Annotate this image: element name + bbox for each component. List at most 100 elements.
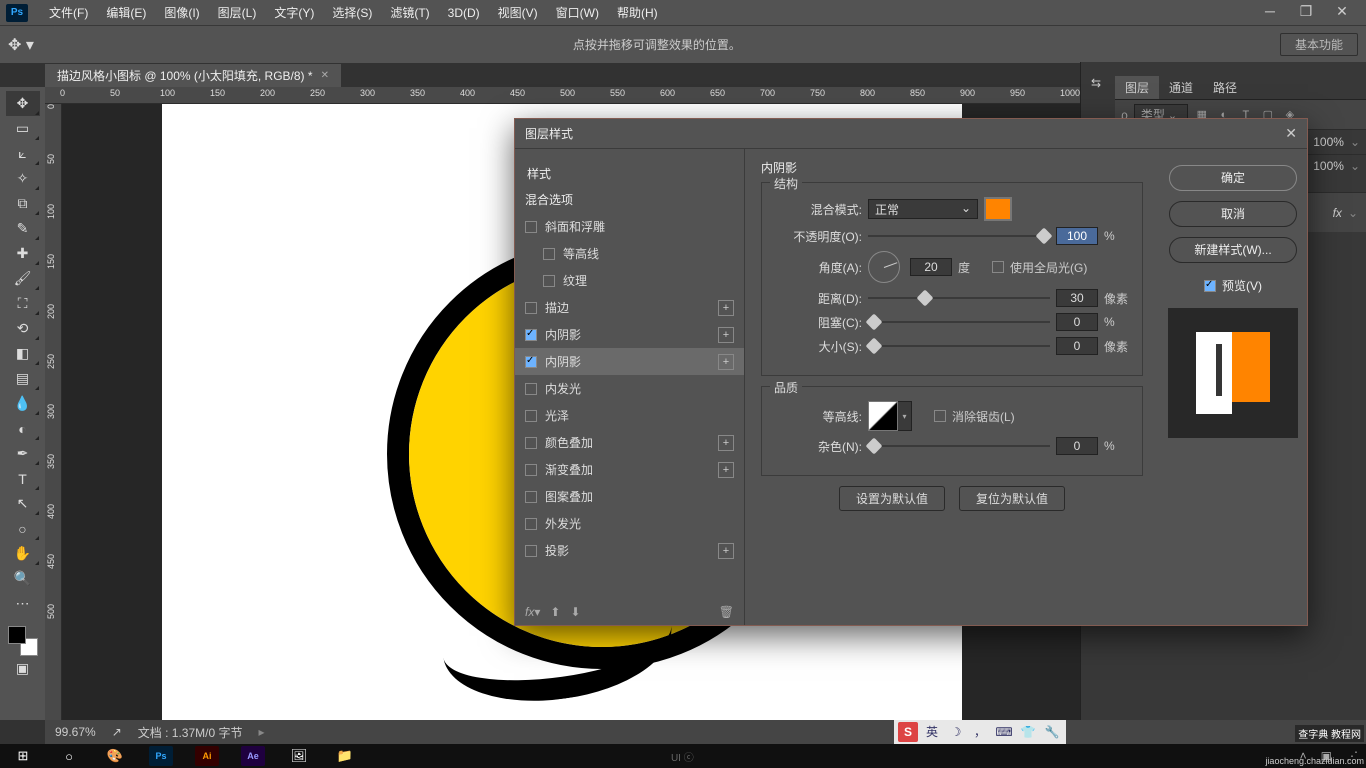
style-内发光[interactable]: 内发光	[515, 375, 744, 402]
fx-chip[interactable]: fx	[1333, 206, 1342, 220]
share-icon[interactable]: ↗	[112, 725, 122, 739]
tab-layers[interactable]: 图层	[1115, 76, 1159, 99]
blending-options[interactable]: 混合选项	[515, 186, 744, 213]
style-checkbox[interactable]	[525, 491, 537, 503]
opacity-input[interactable]: 100	[1056, 227, 1098, 245]
ime-lang[interactable]: 英	[922, 722, 942, 742]
task-ps[interactable]: Ps	[149, 746, 173, 766]
size-slider[interactable]	[868, 338, 1050, 354]
menu-image[interactable]: 图像(I)	[155, 4, 208, 21]
tool-brush[interactable]: 🖌	[6, 266, 40, 291]
style-checkbox[interactable]	[525, 302, 537, 314]
tool-edit-toolbar[interactable]: ⋯	[6, 591, 40, 616]
add-effect-icon[interactable]: +	[718, 327, 734, 343]
task-paint[interactable]: 🖼	[276, 744, 322, 768]
style-外发光[interactable]: 外发光	[515, 510, 744, 537]
add-effect-icon[interactable]: +	[718, 300, 734, 316]
minimize-icon[interactable]: ─	[1252, 4, 1288, 22]
new-style-button[interactable]: 新建样式(W)...	[1169, 237, 1297, 263]
style-down-icon[interactable]: ⬇	[570, 605, 580, 619]
opacity-slider[interactable]	[868, 228, 1050, 244]
tab-channels[interactable]: 通道	[1159, 76, 1203, 99]
style-纹理[interactable]: 纹理	[515, 267, 744, 294]
style-内阴影[interactable]: 内阴影+	[515, 321, 744, 348]
tab-close-icon[interactable]: ✕	[321, 70, 329, 81]
add-effect-icon[interactable]: +	[718, 543, 734, 559]
contour-picker[interactable]	[868, 401, 898, 431]
style-checkbox[interactable]	[543, 275, 555, 287]
trash-icon[interactable]: 🗑	[719, 605, 734, 619]
tool-crop[interactable]: ⧉	[6, 191, 40, 216]
ime-tool-icon[interactable]: 👕	[1018, 722, 1038, 742]
fill-value[interactable]: 100%	[1313, 159, 1344, 173]
style-斜面和浮雕[interactable]: 斜面和浮雕	[515, 213, 744, 240]
tool-eraser[interactable]: ◧	[6, 341, 40, 366]
style-checkbox[interactable]	[525, 437, 537, 449]
antialias-checkbox[interactable]	[934, 410, 946, 422]
start-button[interactable]: ⊞	[0, 744, 46, 768]
style-checkbox[interactable]	[543, 248, 555, 260]
menu-filter[interactable]: 滤镜(T)	[381, 4, 438, 21]
add-effect-icon[interactable]: +	[718, 354, 734, 370]
close-icon[interactable]: ✕	[1324, 4, 1360, 22]
shadow-color-swatch[interactable]	[984, 197, 1012, 221]
menu-3d[interactable]: 3D(D)	[439, 6, 489, 20]
tool-zoom[interactable]: 🔍	[6, 566, 40, 591]
ime-punct-icon[interactable]: ，	[970, 722, 990, 742]
style-光泽[interactable]: 光泽	[515, 402, 744, 429]
tool-blur[interactable]: 💧	[6, 391, 40, 416]
menu-file[interactable]: 文件(F)	[40, 4, 97, 21]
style-checkbox[interactable]	[525, 545, 537, 557]
angle-dial[interactable]	[868, 251, 900, 283]
ime-keyboard-icon[interactable]: ⌨	[994, 722, 1014, 742]
task-ai[interactable]: Ai	[195, 746, 219, 766]
style-投影[interactable]: 投影+	[515, 537, 744, 564]
tool-pen[interactable]: ✒	[6, 441, 40, 466]
ime-settings-icon[interactable]: 🔧	[1042, 722, 1062, 742]
style-checkbox[interactable]	[525, 410, 537, 422]
document-tab[interactable]: 描边风格小图标 @ 100% (小太阳填充, RGB/8) * ✕	[45, 64, 341, 87]
ime-toolbar[interactable]: S 英 ☽ ， ⌨ 👕 🔧	[894, 720, 1066, 744]
style-checkbox[interactable]	[525, 464, 537, 476]
ime-logo-icon[interactable]: S	[898, 722, 918, 742]
tool-move[interactable]: ✥	[6, 91, 40, 116]
tool-wand[interactable]: ✧	[6, 166, 40, 191]
tool-marquee[interactable]: ▭	[6, 116, 40, 141]
menu-select[interactable]: 选择(S)	[323, 4, 381, 21]
style-checkbox[interactable]	[525, 383, 537, 395]
panel-collapse-icon[interactable]: ⇆	[1091, 76, 1101, 90]
tool-quickmask[interactable]: ▣	[6, 656, 40, 681]
choke-slider[interactable]	[868, 314, 1050, 330]
make-default-button[interactable]: 设置为默认值	[839, 486, 945, 511]
tool-shape[interactable]: ○	[6, 516, 40, 541]
distance-input[interactable]: 30	[1056, 289, 1098, 307]
add-effect-icon[interactable]: +	[718, 435, 734, 451]
tool-heal[interactable]: ✚	[6, 241, 40, 266]
style-内阴影[interactable]: 内阴影+	[515, 348, 744, 375]
doc-size[interactable]: 文档 : 1.37M/0 字节	[138, 724, 243, 741]
task-search[interactable]: ○	[46, 744, 92, 768]
tab-paths[interactable]: 路径	[1203, 76, 1247, 99]
menu-layer[interactable]: 图层(L)	[209, 4, 266, 21]
move-tool-icon[interactable]: ✥ ▾	[8, 35, 34, 55]
menu-edit[interactable]: 编辑(E)	[97, 4, 155, 21]
tool-path[interactable]: ↖	[6, 491, 40, 516]
style-渐变叠加[interactable]: 渐变叠加+	[515, 456, 744, 483]
preview-checkbox[interactable]	[1204, 280, 1216, 292]
noise-slider[interactable]	[868, 438, 1050, 454]
menu-help[interactable]: 帮助(H)	[608, 4, 667, 21]
add-effect-icon[interactable]: +	[718, 462, 734, 478]
task-ae[interactable]: Ae	[241, 746, 265, 766]
fg-bg-swatch[interactable]	[8, 626, 38, 656]
style-图案叠加[interactable]: 图案叠加	[515, 483, 744, 510]
task-explorer[interactable]: 📁	[322, 744, 368, 768]
menu-view[interactable]: 视图(V)	[489, 4, 547, 21]
zoom-level[interactable]: 99.67%	[55, 725, 96, 739]
reset-default-button[interactable]: 复位为默认值	[959, 486, 1065, 511]
maximize-icon[interactable]: ❐	[1288, 4, 1324, 22]
contour-dropdown[interactable]: ▾	[898, 401, 912, 431]
tool-history[interactable]: ⟲	[6, 316, 40, 341]
menu-window[interactable]: 窗口(W)	[547, 4, 608, 21]
distance-slider[interactable]	[868, 290, 1050, 306]
choke-input[interactable]: 0	[1056, 313, 1098, 331]
